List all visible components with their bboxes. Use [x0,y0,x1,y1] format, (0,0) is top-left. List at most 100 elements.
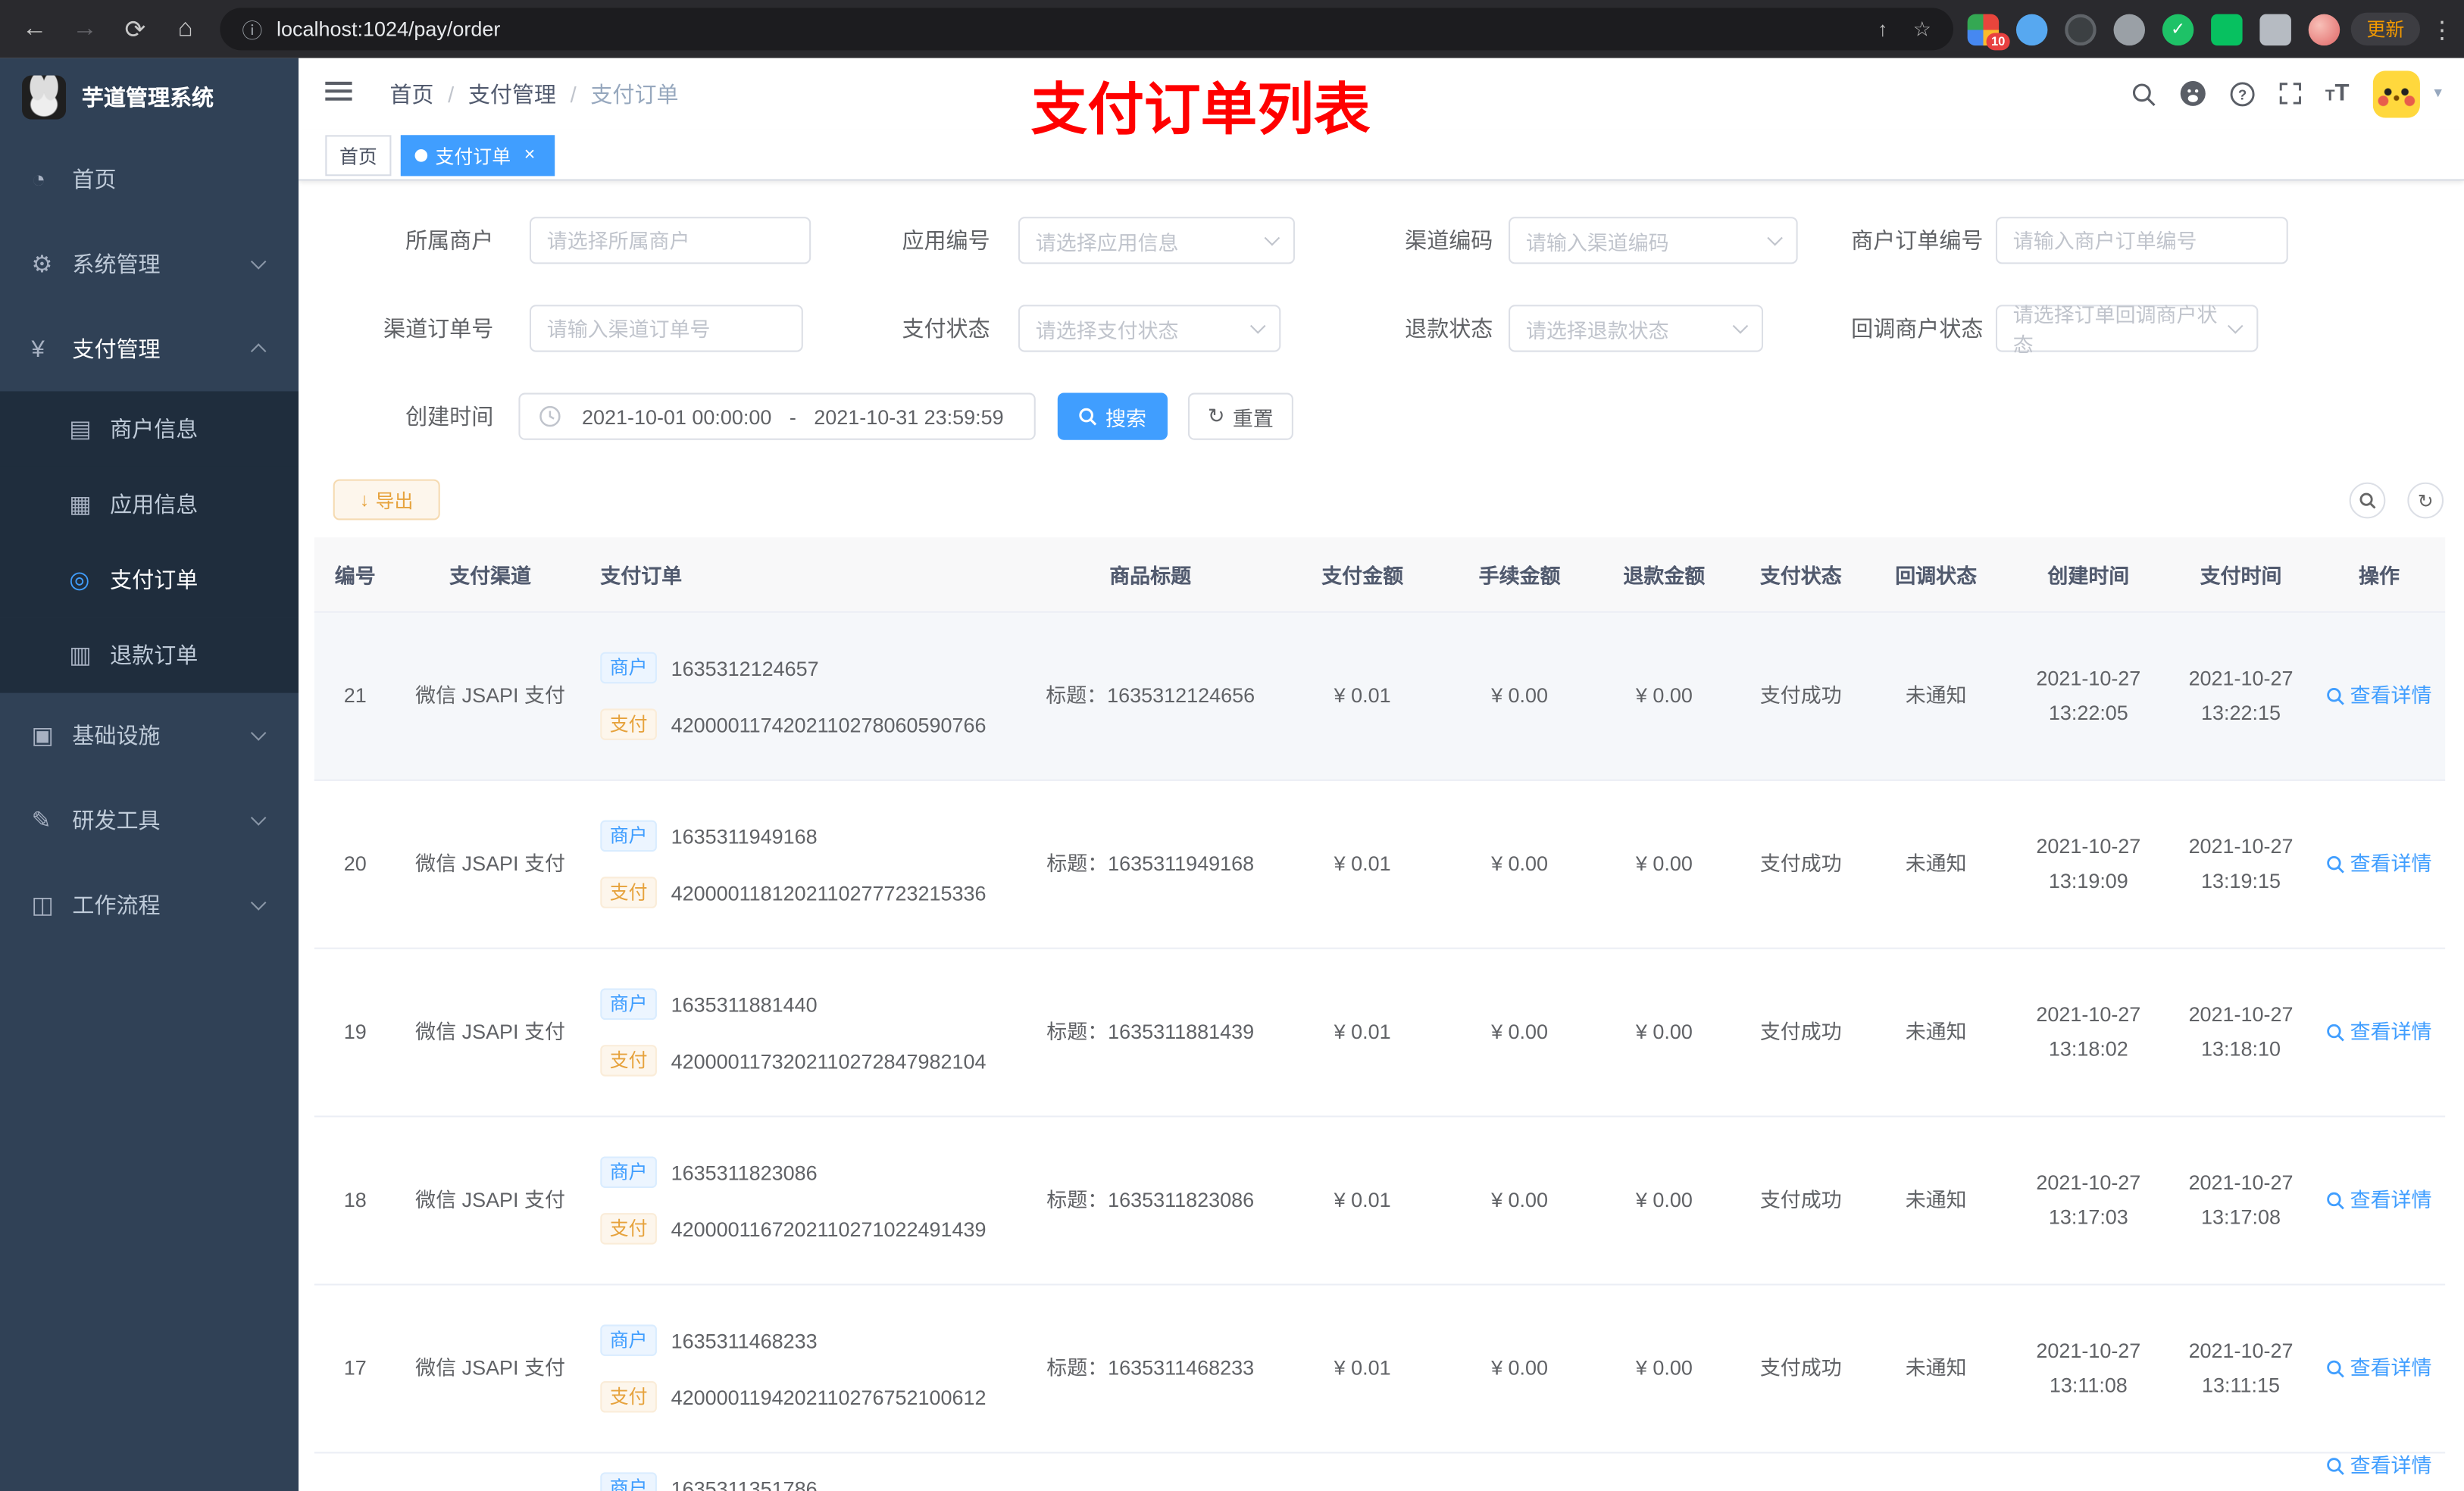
annotation-title: 支付订单列表 [1030,77,1371,142]
refund-status-select[interactable]: 请选择退款状态 [1509,305,1764,352]
workflow-icon: ◫ [31,892,54,920]
cell-order: 商户 1635311823086 支付 42000011672021102710224… [585,1156,1025,1245]
sidebar-item-4[interactable]: ▦ 应用信息 [0,466,299,542]
browser-home-icon[interactable]: ⌂ [161,15,211,43]
sidebar-item-5[interactable]: ◎ 支付订单 [0,542,299,618]
cell-title: 标题：1635311949168 [1046,852,1255,876]
pay-status-select[interactable]: 请选择支付状态 [1018,305,1281,352]
tab-0[interactable]: 首页 [325,135,392,177]
browser-chrome: ← → ⟳ ⌂ ⓘ localhost:1024/pay/order ↑ ☆ 1… [0,0,2464,58]
cell-id: 17 [343,1355,367,1380]
site-info-icon[interactable]: ⓘ [242,14,262,44]
cell-action: 查看详情 [2313,1453,2445,1477]
cell-action: 查看详情 [2313,1020,2445,1044]
help-question-icon[interactable]: ? [2229,81,2254,106]
sidebar-item-0[interactable]: ◔ 首页 [0,136,299,221]
view-detail-button[interactable]: 查看详情 [2327,1188,2432,1212]
browser-menu-icon[interactable]: ⋮ [2426,0,2457,58]
sidebar-item-6[interactable]: ▥ 退款订单 [0,617,299,693]
sidebar-item-8[interactable]: ✎ 研发工具 [0,778,299,863]
breadcrumb-item-1[interactable]: 支付管理 [468,79,556,110]
view-detail-label: 查看详情 [2350,1356,2432,1380]
chevron-up-icon [250,343,267,359]
cell-fee-amount: ¥ 0.00 [1491,1187,1549,1211]
view-detail-button[interactable]: 查看详情 [2327,684,2432,708]
sidebar-item-label: 支付订单 [110,567,199,592]
cell-pay-amount: ¥ 0.01 [1334,1019,1391,1044]
tab-1[interactable]: 支付订单 × [400,135,555,177]
extension-gray-icon[interactable] [2113,13,2146,45]
app-filter-select[interactable]: 请选择应用信息 [1018,217,1295,264]
hamburger-icon[interactable] [325,81,352,105]
notify-status-select[interactable]: 请选择订单回调商户状态 [1995,303,2259,357]
toggle-search-button[interactable] [2349,482,2386,519]
date-range-picker[interactable]: 2021-10-01 00:00:00 - 2021-10-31 23:59:5… [518,392,1036,440]
cell-title: 标题：1635311468233 [1046,1355,1255,1380]
extensions-puzzle-icon[interactable] [2259,13,2291,45]
share-icon[interactable]: ↑ [1878,17,1887,41]
pay-tag: 支付 [600,1213,657,1245]
browser-reload-icon[interactable]: ⟳ [110,14,160,45]
view-detail-button[interactable]: 查看详情 [2327,1020,2432,1044]
cell-id: 19 [343,1019,367,1044]
select-placeholder: 请选择应用信息 [1035,230,1179,254]
browser-back-icon[interactable]: ← [9,15,59,43]
extension-dark-icon[interactable] [2065,13,2097,45]
reset-button[interactable]: ↻ 重置 [1187,392,1293,440]
view-detail-button[interactable]: 查看详情 [2327,1453,2432,1477]
merchant-order-no-input[interactable] [1995,217,2288,264]
browser-update-button[interactable]: 更新 [2350,12,2420,46]
search-icon[interactable] [2131,81,2156,106]
dashboard-icon: ◔ [31,165,46,193]
browser-forward-icon[interactable]: → [60,15,110,43]
github-icon[interactable] [2179,80,2206,107]
extension-blue-icon[interactable] [2015,13,2048,45]
url-text: localhost:1024/pay/order [277,17,501,41]
sidebar-item-9[interactable]: ◫ 工作流程 [0,863,299,948]
sidebar-item-2[interactable]: ¥ 支付管理 [0,306,299,391]
merchant-tag: 商户 [600,1472,657,1491]
browser-profile-avatar[interactable] [2308,13,2340,45]
cell-notify-status: 未通知 [1905,1355,1967,1380]
refresh-icon: ↻ [1207,404,1225,428]
table-row-3: 18 微信 JSAPI 支付 商户 1635311823086 支付 4200001167… [314,1117,2446,1286]
search-button[interactable]: 搜索 [1057,392,1168,440]
navbar-actions: ? TT ▾ [2131,58,2442,129]
fullscreen-icon[interactable] [2278,82,2302,105]
dev-tools-icon: ✎ [31,808,52,835]
bookmark-star-icon[interactable]: ☆ [1913,17,1931,42]
avatar-caret-icon[interactable]: ▾ [2434,85,2442,102]
app-logo[interactable]: 芋道管理系统 [0,58,299,137]
extension-check-icon[interactable]: ✓ [2162,13,2194,45]
refresh-table-button[interactable]: ↻ [2407,482,2444,519]
cell-pay-amount: ¥ 0.01 [1334,852,1391,876]
font-size-icon[interactable]: TT [2325,80,2350,107]
cell-order: 商户 1635311468233 支付 42000011942021102767521… [585,1324,1025,1413]
view-detail-button[interactable]: 查看详情 [2327,1356,2432,1380]
sidebar-item-7[interactable]: ▣ 基础设施 [0,693,299,778]
table-row-1: 20 微信 JSAPI 支付 商户 1635311949168 支付 4200001181… [314,781,2446,949]
extension-grid-icon[interactable]: 10 [1967,13,2010,50]
export-button[interactable]: ↓ 导出 [333,479,440,520]
cell-pay-status: 支付成功 [1759,1019,1842,1044]
pay-order-icon: ◎ [69,567,90,594]
view-detail-button[interactable]: 查看详情 [2327,852,2432,877]
user-avatar[interactable] [2372,70,2420,117]
sidebar-item-1[interactable]: ⚙ 系统管理 [0,221,299,306]
breadcrumb-item-0[interactable]: 首页 [389,79,433,110]
magnifier-icon [2328,1024,2345,1042]
channel-code-select[interactable]: 请输入渠道编码 [1509,217,1798,264]
wechat-devtools-icon[interactable] [2211,13,2243,45]
tab-label: 首页 [339,145,377,167]
tab-close-icon[interactable]: × [518,144,540,167]
view-detail-label: 查看详情 [2350,1020,2432,1044]
address-bar[interactable]: ⓘ localhost:1024/pay/order ↑ ☆ [220,8,1953,51]
orders-table: 编号 支付渠道 支付订单 商品标题 支付金额 手续金额 退款金额 支付状态 回调状态 创建时间 支付… [314,537,2446,1491]
breadcrumb-item-2: 支付订单 [590,81,679,108]
filter-label-channel-code: 渠道编码 [1405,227,1493,253]
channel-order-no-input[interactable] [529,305,803,352]
cell-id: 18 [343,1187,367,1211]
screen: ← → ⟳ ⌂ ⓘ localhost:1024/pay/order ↑ ☆ 1… [0,0,2464,1491]
sidebar-item-3[interactable]: ▤ 商户信息 [0,391,299,467]
merchant-filter-input[interactable] [529,217,811,264]
